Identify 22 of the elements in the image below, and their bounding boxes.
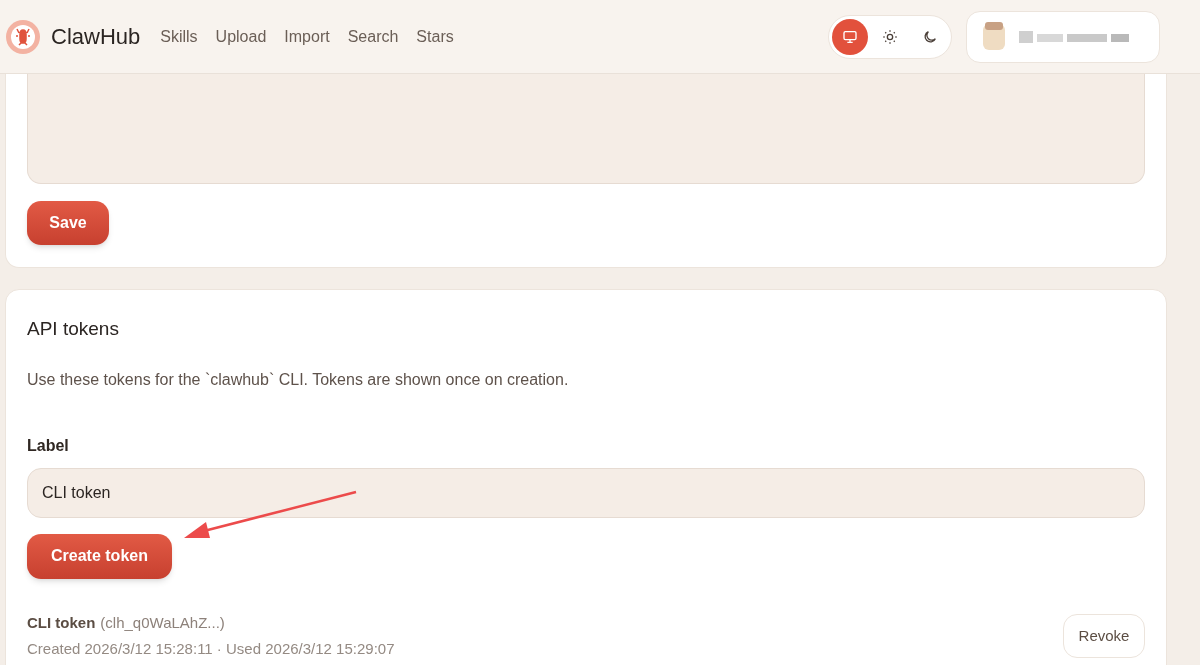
token-prefix: (clh_q0WaLAhZ...) (100, 612, 225, 633)
section-title: API tokens (27, 317, 120, 341)
token-meta: Created 2026/3/12 15:28:11 · Used 2026/3/12 15:29:07 (27, 639, 395, 659)
nav-link[interactable]: Search (347, 24, 399, 49)
brand-name: ClawHub (51, 23, 141, 51)
nav-link[interactable]: Stars (416, 24, 454, 49)
monitor-icon (842, 28, 858, 45)
nav-link[interactable]: Skills (160, 24, 198, 49)
lobster-logo-icon (6, 19, 40, 54)
section-description: Use these tokens for the `clawhub` CLI. Tokens are shown once on creation. (27, 369, 570, 390)
moon-icon (922, 28, 938, 45)
create-token-button[interactable]: Create token (27, 533, 172, 579)
token-name: CLI token (27, 612, 96, 633)
field-label: Label (27, 435, 70, 456)
theme-button[interactable] (832, 18, 868, 55)
revoke-button[interactable]: Revoke (1063, 614, 1145, 658)
user-menu[interactable] (966, 10, 1160, 63)
save-button[interactable]: Save (27, 201, 109, 245)
nav-link[interactable]: Upload (215, 24, 267, 49)
label-input[interactable]: CLI token (27, 467, 1145, 518)
nav-link[interactable]: Import (284, 24, 330, 49)
sun-icon (882, 28, 898, 45)
